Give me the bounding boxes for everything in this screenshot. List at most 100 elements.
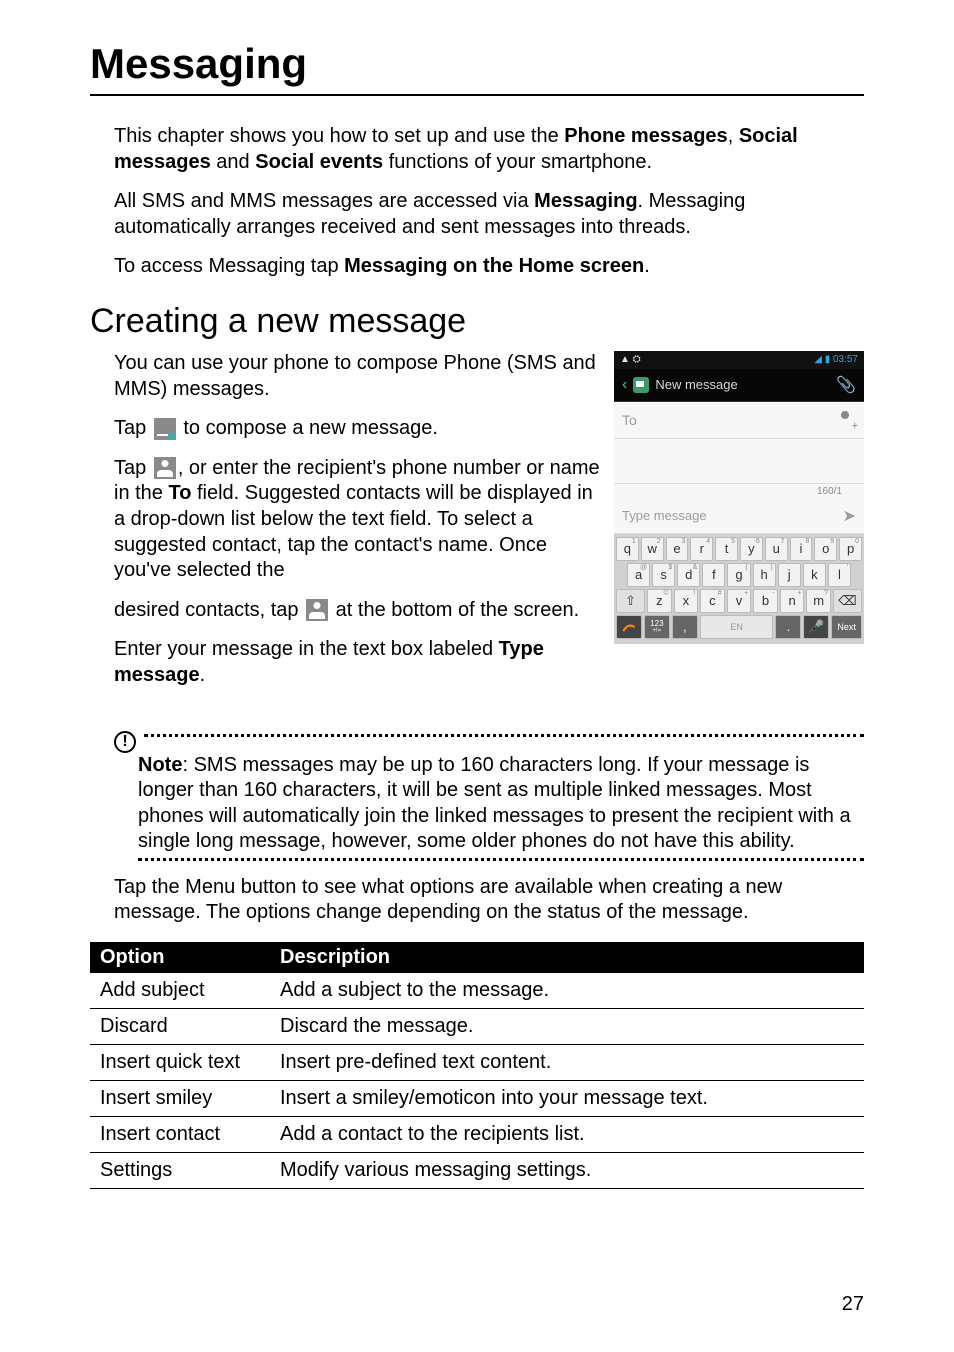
key-b[interactable]: b- — [753, 589, 778, 613]
back-arrow-icon[interactable]: ‹ — [622, 376, 627, 394]
key-sup: - — [772, 590, 774, 597]
char-counter: 160/1 — [614, 484, 864, 499]
attach-icon[interactable]: 📎 — [836, 375, 856, 395]
key-sup: 2 — [657, 538, 661, 545]
add-contact-button[interactable] — [838, 411, 856, 429]
section-heading-creating: Creating a new message — [90, 302, 864, 341]
key-z[interactable]: z© — [647, 589, 672, 613]
key-j[interactable]: j — [778, 563, 801, 587]
key-l[interactable]: l' — [828, 563, 851, 587]
key-o[interactable]: o9 — [814, 537, 837, 561]
add-contact-icon-2 — [306, 599, 328, 621]
table-row: Add subjectAdd a subject to the message. — [90, 973, 864, 1009]
key-f[interactable]: f — [702, 563, 725, 587]
bold-messaging-home: Messaging on the Home screen — [344, 255, 644, 277]
keyboard: q1w2e3r4t5y6u7i8o9p0 a@s$d&fg(h)jkl' ⇧ z… — [614, 534, 864, 644]
th-option: Option — [90, 942, 270, 973]
key-sup: ' — [847, 564, 848, 571]
key-y[interactable]: y6 — [740, 537, 763, 561]
swype-key[interactable] — [616, 615, 642, 639]
send-icon[interactable]: ➤ — [843, 506, 856, 526]
key-t[interactable]: t5 — [715, 537, 738, 561]
note-bottom-dotted-rule — [138, 858, 864, 861]
note-top-dotted-rule — [144, 734, 864, 737]
table-cell-description: Discard the message. — [270, 1009, 864, 1045]
messaging-app-icon — [633, 377, 649, 393]
message-blank-area — [614, 439, 864, 484]
key-sup: © — [663, 590, 668, 597]
sec1-p5: Enter your message in the text box label… — [114, 637, 602, 688]
next-key[interactable]: Next — [831, 615, 862, 639]
key-w[interactable]: w2 — [641, 537, 664, 561]
key-u[interactable]: u7 — [765, 537, 788, 561]
key-sup: + — [744, 590, 748, 597]
key-q[interactable]: q1 — [616, 537, 639, 561]
intro-p2-a: All SMS and MMS messages are accessed vi… — [114, 190, 534, 212]
to-field[interactable]: To — [622, 412, 838, 428]
key-n[interactable]: n+ — [780, 589, 805, 613]
screen-header-title: New message — [655, 377, 830, 392]
numeric-key-main: 123 — [650, 620, 663, 628]
sec1-p5-a: Enter your message in the text box label… — [114, 638, 499, 660]
table-row: DiscardDiscard the message. — [90, 1009, 864, 1045]
key-c[interactable]: c# — [700, 589, 725, 613]
type-message-field[interactable]: Type message — [622, 508, 843, 523]
key-i[interactable]: i8 — [790, 537, 813, 561]
table-row: Insert smileyInsert a smiley/emoticon in… — [90, 1081, 864, 1117]
keyboard-row-4: 123 +!= , EN . 🎤 Next — [616, 615, 862, 639]
sec1-p2-b: to compose a new message. — [178, 417, 438, 439]
keyboard-row-1: q1w2e3r4t5y6u7i8o9p0 — [616, 537, 862, 561]
table-row: Insert contactAdd a contact to the recip… — [90, 1117, 864, 1153]
options-table: Option Description Add subjectAdd a subj… — [90, 942, 864, 1189]
intro-comma1: , — [728, 125, 739, 147]
title-rule — [90, 94, 864, 96]
bold-social-events: Social events — [255, 151, 383, 173]
intro-p1-a: This chapter shows you how to set up and… — [114, 125, 564, 147]
intro-p3: To access Messaging tap Messaging on the… — [114, 254, 864, 280]
key-sup: 9 — [830, 538, 834, 545]
space-key[interactable]: EN — [700, 615, 774, 639]
key-sup: & — [693, 564, 698, 571]
key-m[interactable]: m? — [806, 589, 831, 613]
period-key[interactable]: . — [775, 615, 801, 639]
intro-p3-b: . — [644, 255, 650, 277]
intro-p2: All SMS and MMS messages are accessed vi… — [114, 189, 864, 240]
key-sup: $ — [668, 564, 672, 571]
key-sup: ? — [824, 590, 828, 597]
shift-key[interactable]: ⇧ — [616, 589, 645, 613]
key-k[interactable]: k — [803, 563, 826, 587]
key-sup: # — [718, 590, 722, 597]
key-sup: 0 — [855, 538, 859, 545]
bold-to: To — [168, 482, 191, 504]
key-x[interactable]: x! — [674, 589, 699, 613]
screen-header: ‹ New message 📎 — [614, 369, 864, 402]
key-p[interactable]: p0 — [839, 537, 862, 561]
key-h[interactable]: h) — [753, 563, 776, 587]
intro-p3-a: To access Messaging tap — [114, 255, 344, 277]
table-cell-option: Settings — [90, 1153, 270, 1189]
key-v[interactable]: v+ — [727, 589, 752, 613]
status-left-icons: ▲ ⛭ — [620, 354, 641, 365]
backspace-key[interactable]: ⌫ — [833, 589, 862, 613]
page-number: 27 — [842, 1293, 864, 1316]
after-note-p: Tap the Menu button to see what options … — [114, 875, 864, 926]
mic-key[interactable]: 🎤 — [803, 615, 829, 639]
table-cell-option: Insert smiley — [90, 1081, 270, 1117]
sec1-p3: Tap , or enter the recipient's phone num… — [114, 456, 602, 584]
key-s[interactable]: s$ — [652, 563, 675, 587]
phone-screenshot: ▲ ⛭ ◢ ▮ 03:57 ‹ New message 📎 To 160/ — [614, 351, 864, 644]
key-a[interactable]: a@ — [627, 563, 650, 587]
sec1-p4-a: desired contacts, tap — [114, 599, 304, 621]
key-g[interactable]: g( — [727, 563, 750, 587]
key-d[interactable]: d& — [677, 563, 700, 587]
key-sup: 4 — [706, 538, 710, 545]
comma-key[interactable]: , — [672, 615, 698, 639]
table-row: SettingsModify various messaging setting… — [90, 1153, 864, 1189]
key-r[interactable]: r4 — [690, 537, 713, 561]
table-cell-option: Discard — [90, 1009, 270, 1045]
numeric-key[interactable]: 123 +!= — [644, 615, 670, 639]
key-e[interactable]: e3 — [666, 537, 689, 561]
key-sup: ( — [745, 564, 747, 571]
table-cell-description: Add a contact to the recipients list. — [270, 1117, 864, 1153]
numeric-key-sub: +!= — [653, 628, 662, 634]
